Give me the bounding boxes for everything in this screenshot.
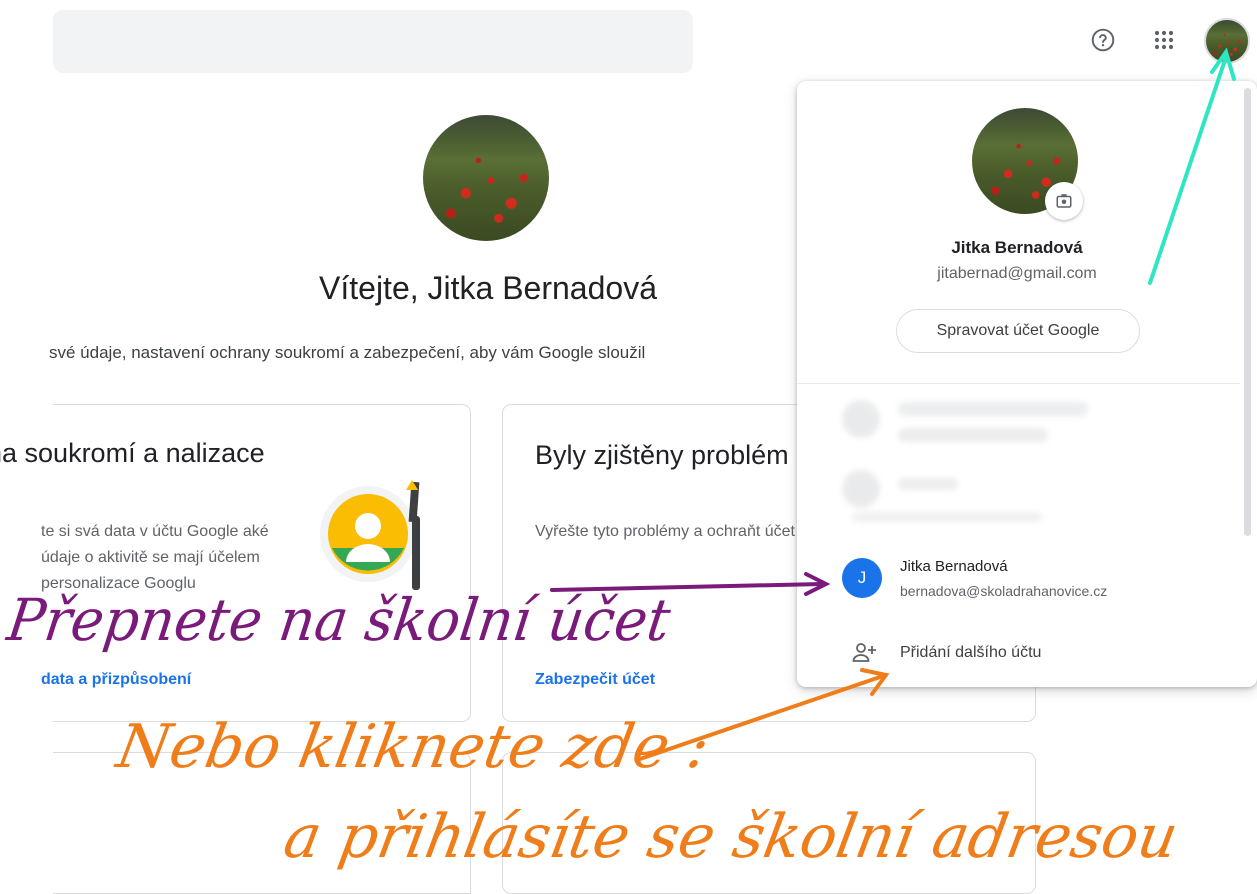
school-account-avatar: J xyxy=(842,558,882,598)
blurred-account-avatar xyxy=(842,400,880,438)
apps-dots-icon xyxy=(1154,30,1174,50)
panel-divider xyxy=(797,383,1240,384)
school-account-email: bernadova@skoladrahanovice.cz xyxy=(900,583,1108,599)
camera-icon xyxy=(1056,194,1072,208)
panel-account-email: jitabernad@gmail.com xyxy=(937,265,1097,282)
privacy-personalization-icon xyxy=(320,480,420,590)
add-person-icon xyxy=(852,643,876,662)
security-card-title: Byly zjištěny problém se zabezpečením xyxy=(535,440,1008,470)
privacy-card-title: na soukromí a nalizace xyxy=(0,438,265,468)
school-account-name: Jitka Bernadová xyxy=(900,558,1008,575)
privacy-card-link[interactable]: data a přizpůsobení xyxy=(41,671,191,689)
panel-scrollbar[interactable] xyxy=(1244,88,1251,536)
change-photo-button[interactable] xyxy=(1045,182,1083,220)
blurred-account-name xyxy=(898,402,1088,416)
account-avatar-button[interactable] xyxy=(1204,18,1250,64)
secure-account-link[interactable]: Zabezpečit účet xyxy=(535,671,655,689)
welcome-subtitle: své údaje, nastavení ochrany soukromí a … xyxy=(49,343,646,362)
add-account-label: Přidání dalšího účtu xyxy=(900,644,1042,661)
blurred-account-email xyxy=(898,428,1048,442)
blurred-account-email-2 xyxy=(852,512,1042,522)
manage-account-button[interactable]: Spravovat účet Google xyxy=(896,309,1140,353)
help-icon[interactable] xyxy=(1085,22,1121,58)
annotation-sign-in-school: a přihlásíte se školní adresou xyxy=(278,802,1184,872)
panel-account-name: Jitka Bernadová xyxy=(951,238,1083,257)
annotation-switch-account: Přepnete na školní účet xyxy=(3,586,675,654)
profile-photo[interactable] xyxy=(423,115,549,241)
apps-grid-icon[interactable] xyxy=(1146,22,1182,58)
security-card-text: Vyřešte tyto problémy a ochraňt účet xyxy=(535,523,795,540)
annotation-click-here: Nebo kliknete zde : xyxy=(111,712,715,782)
blurred-account-name-2 xyxy=(898,478,958,490)
help-circle-icon xyxy=(1091,28,1115,52)
search-bar[interactable] xyxy=(53,10,693,73)
blurred-account-avatar-2 xyxy=(842,470,880,508)
